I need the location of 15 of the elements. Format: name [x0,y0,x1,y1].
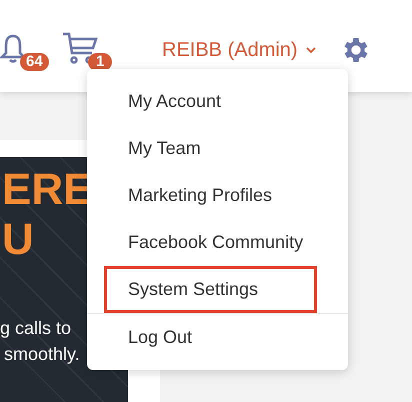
chevron-icon [306,46,316,54]
cart-icon[interactable] [62,31,98,65]
menu-item[interactable]: Facebook Community [104,219,317,266]
menu-item[interactable]: Log Out [104,314,317,361]
bell-icon[interactable] [0,33,26,63]
banner-text: g calls to [0,317,72,340]
banner-headline: ERE [1,165,92,215]
menu-item[interactable]: My Team [104,125,317,172]
menu-item[interactable]: My Account [104,78,317,125]
banner-text: smoothly. [3,343,80,366]
menu-item[interactable]: Marketing Profiles [104,172,317,219]
notification-count-badge: 64 [20,53,49,71]
banner-headline: U [1,215,34,265]
user-menu-button[interactable]: REIBB (Admin) [162,35,316,65]
menu-item[interactable]: System Settings [104,266,317,313]
